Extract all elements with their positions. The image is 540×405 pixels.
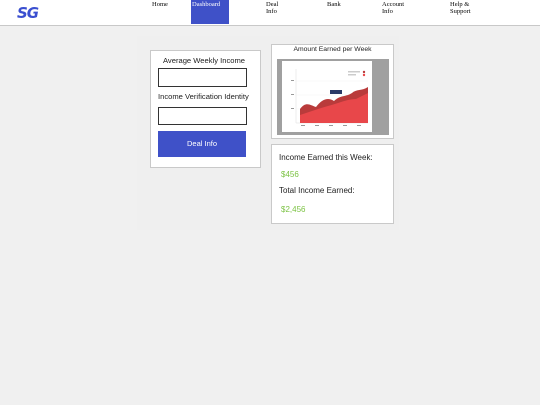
nav-account-info-label-1: Account xyxy=(382,1,405,8)
chart-card: Amount Earned per Week xyxy=(271,44,394,139)
nav-home[interactable]: Home xyxy=(152,0,168,8)
deal-info-button[interactable]: Deal Info xyxy=(158,131,246,157)
nav-bank-label: Bank xyxy=(327,1,341,8)
chart-image-frame xyxy=(277,59,389,135)
nav-dashboard[interactable]: Dashboard xyxy=(191,0,229,24)
earnings-card: Income Earned this Week: $456 Total Inco… xyxy=(271,144,394,224)
verification-label: Income Verification Identity xyxy=(158,92,249,101)
income-form-card: Average Weekly Income Income Verificatio… xyxy=(150,50,261,168)
total-income-value: $2,456 xyxy=(281,205,306,214)
total-income-label: Total Income Earned: xyxy=(279,186,355,195)
logo[interactable]: SG xyxy=(17,4,39,22)
nav-help-support-label-1: Help & xyxy=(450,1,470,8)
nav-help-support-label-2: Support xyxy=(450,8,471,15)
verification-input[interactable] xyxy=(158,107,247,125)
nav-account-info-label-2: Info xyxy=(382,8,393,15)
nav-deal-info-label-1: Deal xyxy=(266,1,279,8)
nav-help-support[interactable]: Help & Support xyxy=(450,0,471,15)
chart-image xyxy=(282,61,372,132)
nav-deal-info[interactable]: Deal Info xyxy=(266,0,278,15)
weekly-income-label: Average Weekly Income xyxy=(163,56,246,65)
nav-deal-info-label-2: Info xyxy=(266,8,277,15)
nav-bank[interactable]: Bank xyxy=(327,0,341,8)
top-navigation-bar: SG Home Dashboard Deal Info Bank Account… xyxy=(0,0,540,26)
nav-dashboard-label: Dashboard xyxy=(192,1,221,8)
chart-thumbnail-graphic xyxy=(291,69,368,126)
chart-title: Amount Earned per Week xyxy=(293,46,372,53)
income-this-week-label: Income Earned this Week: xyxy=(279,153,373,162)
income-this-week-value: $456 xyxy=(281,170,299,179)
nav-home-label: Home xyxy=(152,1,168,8)
weekly-income-input[interactable] xyxy=(158,68,247,87)
nav-account-info[interactable]: Account Info xyxy=(382,0,404,15)
